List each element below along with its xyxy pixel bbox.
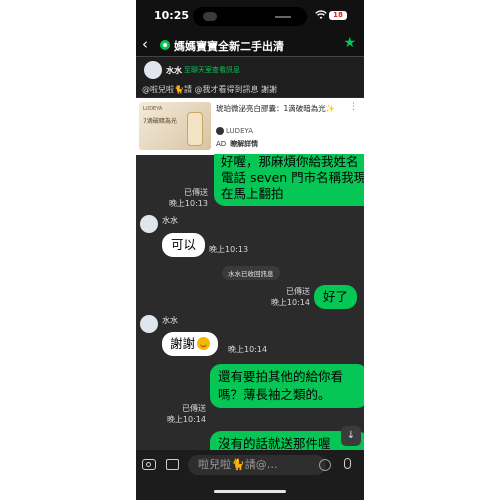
ad-cta-link[interactable]: 瞭解詳情 [230, 140, 258, 148]
message-bubble-in[interactable]: 謝謝 [162, 332, 219, 356]
star-icon[interactable]: ★ [343, 35, 356, 51]
message-time: 晚上10:14 [270, 298, 310, 307]
more-icon[interactable]: ⋮ [349, 102, 358, 112]
read-status: 已傳送 [184, 188, 208, 197]
message-time: 晚上10:14 [228, 345, 268, 354]
avatar[interactable] [140, 215, 158, 233]
read-status: 已傳送 [286, 287, 310, 296]
chevron-left-icon[interactable]: ‹ [142, 35, 148, 53]
ad-image[interactable]: LUDEYA 7滴破暗為光 [139, 102, 211, 150]
emoji-icon[interactable] [319, 459, 331, 471]
status-bar: 10:25 18 [136, 0, 364, 34]
avatar[interactable] [140, 315, 158, 333]
scroll-down-icon[interactable]: ↓ [341, 426, 361, 446]
home-indicator [214, 490, 286, 493]
smile-emoji-icon [197, 337, 211, 350]
message-input[interactable]: 啦兒啦🐈請@… [188, 455, 326, 475]
ad-image-text: 7滴破暗為光 [143, 118, 177, 125]
brand-logo-icon [216, 127, 224, 135]
island-indicator-icon [203, 12, 217, 21]
reply-notice[interactable]: 水水 至聊天室查看訊息 [136, 57, 364, 83]
message-bubble-out[interactable]: 好喔，那麻煩你給我姓名電話 seven 門市名稱我現在馬上翻拍 [214, 154, 364, 206]
message-meta: 已傳送 晚上10:14 [262, 286, 310, 308]
ad-footer: AD 瞭解詳情 [216, 139, 258, 149]
chat-title[interactable]: 媽媽寶寶全新二手出清 [174, 38, 284, 54]
battery-icon: 18 [329, 11, 347, 20]
ad-image-brand: LUDEYA [143, 106, 163, 112]
message-time: 晚上10:13 [209, 245, 249, 254]
ad-banner[interactable]: LUDEYA 7滴破暗為光 琥珀微泌亮白膠囊：1滴破暗為光✨ LUDEYA AD… [136, 98, 364, 155]
system-message: 水水已收回訊息 [222, 266, 280, 280]
phone-screen: 10:25 18 ‹ 媽媽寶寶全新二手出清 ★ 水水 至聊天室查看訊息 @啦兒啦… [136, 0, 364, 500]
image-icon[interactable] [166, 459, 179, 470]
message-time: 晚上10:14 [166, 415, 206, 424]
bottle-icon [187, 112, 203, 146]
message-meta: 已傳送 晚上10:13 [168, 187, 208, 209]
message-meta: 已傳送 晚上10:14 [160, 403, 206, 425]
avatar [144, 61, 162, 79]
ad-brand: LUDEYA [226, 127, 254, 135]
message-bubble-out[interactable]: 好了 [314, 285, 358, 309]
group-icon [160, 40, 170, 50]
message-bubble-out[interactable]: 還有要拍其他的給你看嗎？薄長袖之類的。 [210, 364, 364, 408]
microphone-icon[interactable] [344, 458, 351, 469]
message-time: 晚上10:13 [168, 199, 208, 208]
ad-label: AD [216, 140, 227, 148]
message-text: 謝謝 [170, 336, 196, 351]
input-bar: 啦兒啦🐈請@… [136, 450, 364, 500]
message-bubble-in[interactable]: 可以 [162, 233, 206, 257]
dynamic-island [193, 7, 307, 26]
chat-header: ‹ 媽媽寶寶全新二手出清 ★ [136, 34, 364, 56]
read-status: 已傳送 [182, 404, 206, 413]
sender-name: 水水 [162, 316, 178, 325]
notice-link[interactable]: 至聊天室查看訊息 [184, 65, 240, 75]
ad-brand-row: LUDEYA [216, 127, 253, 135]
audio-wave-icon [275, 16, 291, 18]
mention-notice: @啦兒啦🐈請 @我才看得到訊息 謝謝 [136, 83, 364, 97]
status-time: 10:25 [154, 9, 190, 22]
camera-icon[interactable] [142, 459, 156, 470]
wifi-icon [315, 10, 327, 19]
mention-text: @啦兒啦🐈請 @我才看得到訊息 謝謝 [142, 85, 278, 94]
sender-name: 水水 [162, 216, 178, 225]
notice-sender: 水水 [166, 66, 182, 75]
ad-title[interactable]: 琥珀微泌亮白膠囊：1滴破暗為光✨ [216, 104, 356, 114]
